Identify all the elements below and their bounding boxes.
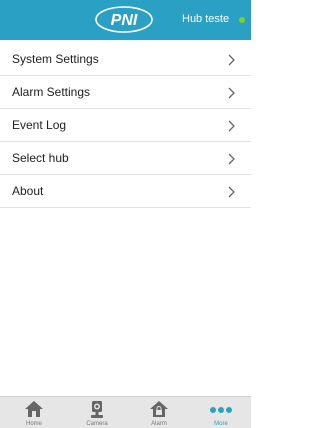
menu-item-about[interactable]: About <box>0 175 251 208</box>
chevron-right-icon <box>228 153 235 165</box>
pni-logo: PNI <box>95 6 153 33</box>
tab-more[interactable]: More <box>190 397 252 428</box>
tab-label: Home <box>25 421 42 427</box>
camera-icon <box>91 401 103 418</box>
settings-menu: System Settings Alarm Settings Event Log… <box>0 43 251 208</box>
menu-item-event-log[interactable]: Event Log <box>0 109 251 142</box>
header-bar: PNI Hub teste <box>0 0 251 40</box>
bottom-tab-bar: Home Camera Alarm More <box>0 396 251 428</box>
menu-item-alarm-settings[interactable]: Alarm Settings <box>0 76 251 109</box>
tab-camera[interactable]: Camera <box>66 397 128 428</box>
tab-home[interactable]: Home <box>3 397 65 428</box>
menu-item-label: About <box>12 184 44 198</box>
alarm-icon <box>150 401 168 417</box>
tab-label: Camera <box>86 421 108 427</box>
chevron-right-icon <box>228 54 235 66</box>
menu-item-select-hub[interactable]: Select hub <box>0 142 251 175</box>
menu-item-label: Select hub <box>12 151 69 165</box>
menu-item-label: Alarm Settings <box>12 85 91 99</box>
tab-label: Alarm <box>151 421 167 427</box>
tab-label: More <box>214 421 228 427</box>
chevron-right-icon <box>228 87 235 99</box>
home-icon <box>25 401 43 417</box>
menu-item-system-settings[interactable]: System Settings <box>0 43 251 76</box>
hub-name[interactable]: Hub teste <box>182 13 229 25</box>
menu-item-label: System Settings <box>12 52 99 66</box>
more-icon <box>210 407 232 413</box>
tab-alarm[interactable]: Alarm <box>128 397 190 428</box>
chevron-right-icon <box>228 186 235 198</box>
chevron-right-icon <box>228 120 235 132</box>
svg-text:PNI: PNI <box>111 12 138 29</box>
status-dot <box>239 17 245 23</box>
menu-item-label: Event Log <box>12 118 67 132</box>
